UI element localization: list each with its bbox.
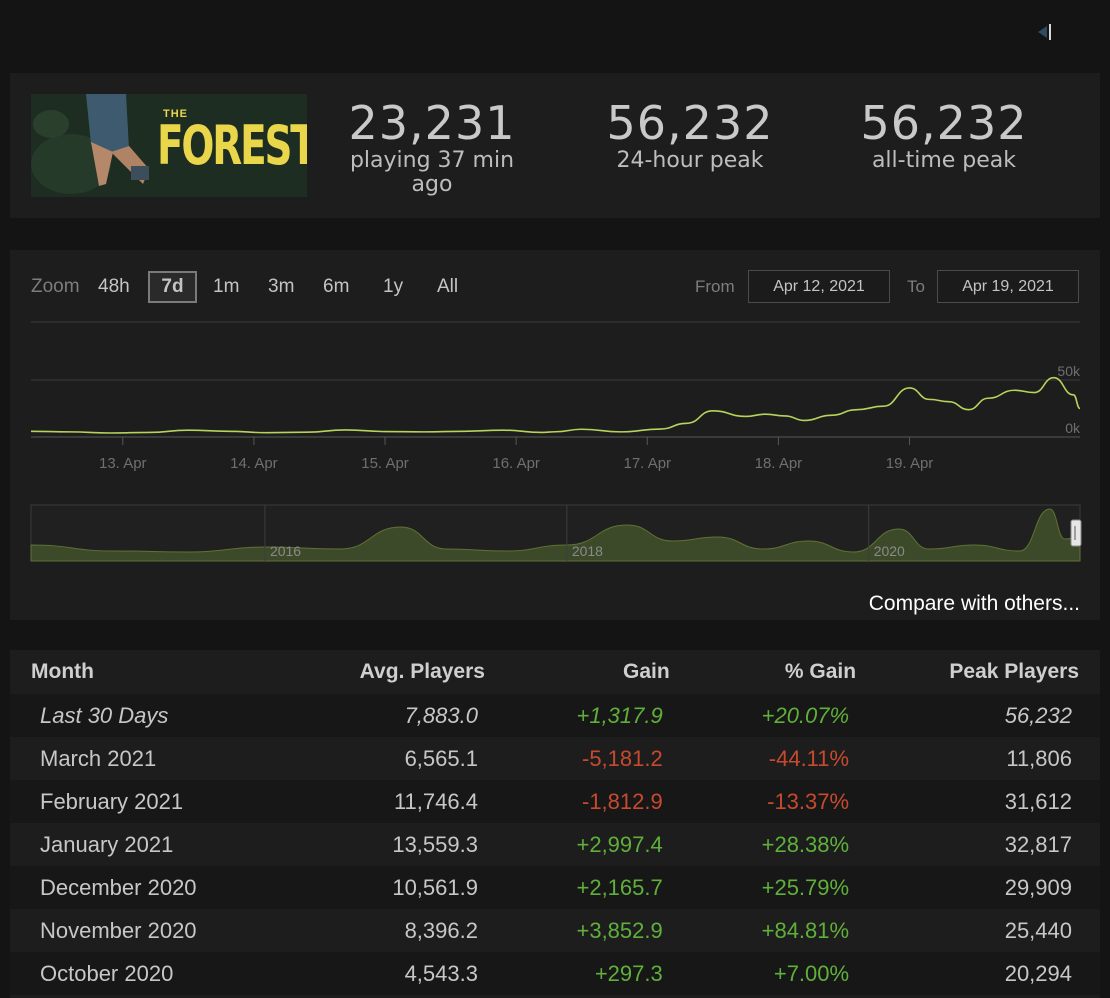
table-row: Last 30 Days 7,883.0 +1,317.9 +20.07% 56,232	[10, 694, 1100, 737]
cell-pct-gain: +28.38%	[761, 831, 850, 857]
table-row: March 2021 6,565.1 -5,181.2 -44.11% 11,806	[10, 737, 1100, 780]
all-time-peak-stat: 56,232 all-time peak	[844, 97, 1044, 173]
navigator-year-label: 2020	[874, 543, 905, 559]
cell-pct-gain: -13.37%	[690, 780, 878, 823]
header-pct-gain[interactable]: % Gain	[690, 650, 878, 694]
current-players-stat: 23,231 playing 37 min ago	[332, 97, 532, 197]
cell-gain: -1,812.9	[505, 780, 691, 823]
table-row: October 2020 4,543.3 +297.3 +7.00% 20,294	[10, 952, 1100, 995]
table-row: December 2020 10,561.9 +2,165.7 +25.79% 29,9…	[10, 866, 1100, 909]
y-tick-label: 0k	[1065, 420, 1081, 436]
x-tick-label: 14. Apr	[230, 455, 278, 472]
main-line-chart: 0k 50k 13. Apr 14. Apr 15. Apr 16. Apr 17. Apr…	[30, 321, 1081, 472]
table-row: November 2020 8,396.2 +3,852.9 +84.81% 25,44…	[10, 909, 1100, 952]
day-peak-value: 56,232	[606, 96, 774, 150]
x-tick-label: 17. Apr	[624, 455, 672, 472]
header-peak-players[interactable]: Peak Players	[877, 650, 1100, 694]
cell-gain: +3,852.9	[576, 917, 663, 943]
cell-avg-players: 7,883.0	[288, 694, 506, 737]
chart-panel: Zoom 48h 7d 1m 3m 6m 1y All From Apr 12,…	[10, 250, 1100, 620]
x-tick-label: 19. Apr	[886, 455, 934, 472]
cell-avg-players: 13,559.3	[392, 831, 478, 857]
navigator-handle[interactable]	[1070, 519, 1082, 547]
cell-gain: +2,165.7	[505, 866, 691, 909]
logo-text-main: FOREST	[157, 114, 307, 177]
cell-gain: +297.3	[505, 952, 691, 995]
current-players-value: 23,231	[348, 96, 516, 150]
header-gain[interactable]: Gain	[505, 650, 691, 694]
day-peak-label: 24-hour peak	[616, 148, 764, 173]
y-tick-label: 50k	[1057, 363, 1081, 379]
cell-gain: -5,181.2	[582, 745, 663, 771]
cell-month: January 2021	[40, 831, 174, 857]
cell-month: March 2021	[40, 745, 157, 771]
header-avg-players[interactable]: Avg. Players	[288, 650, 506, 694]
cell-peak-players: 31,612	[877, 780, 1100, 823]
cell-pct-gain: +7.00%	[690, 952, 878, 995]
table-row: January 2021 13,559.3 +2,997.4 +28.38% 32,81…	[10, 823, 1100, 866]
x-tick-label: 16. Apr	[492, 455, 540, 472]
top-bar	[0, 0, 1110, 64]
compare-link[interactable]: Compare with others...	[869, 592, 1080, 616]
player-count-line	[30, 376, 1081, 434]
cell-pct-gain: -44.11%	[768, 745, 850, 771]
x-tick-label: 15. Apr	[361, 455, 409, 472]
cell-avg-players: 6,565.1	[404, 745, 478, 771]
all-time-peak-value: 56,232	[860, 96, 1028, 150]
cell-pct-gain: +20.07%	[690, 694, 878, 737]
player-charts: 0k 50k 13. Apr 14. Apr 15. Apr 16. Apr 17. Apr…	[30, 321, 1082, 562]
table-body: Last 30 Days 7,883.0 +1,317.9 +20.07% 56,232…	[10, 694, 1100, 995]
monthly-table: Month Avg. Players Gain % Gain Peak Play…	[10, 650, 1100, 995]
game-header: THE FOREST 23,231 playing 37 min ago 56,…	[10, 73, 1100, 218]
cell-avg-players: 8,396.2	[404, 917, 478, 943]
x-tick-label: 13. Apr	[99, 455, 147, 472]
cell-avg-players: 10,561.9	[288, 866, 506, 909]
cell-month: October 2020	[10, 952, 289, 995]
cell-peak-players: 32,817	[1004, 831, 1072, 857]
cell-pct-gain: +25.79%	[690, 866, 878, 909]
day-peak-stat: 56,232 24-hour peak	[590, 97, 790, 173]
cell-month: November 2020	[40, 917, 197, 943]
cell-month: Last 30 Days	[10, 694, 289, 737]
x-tick-label: 18. Apr	[755, 455, 803, 472]
cell-pct-gain: +84.81%	[761, 917, 850, 943]
cell-peak-players: 29,909	[877, 866, 1100, 909]
game-logo[interactable]: THE FOREST	[31, 94, 307, 197]
cell-peak-players: 20,294	[877, 952, 1100, 995]
navigator-year-label: 2016	[270, 543, 301, 559]
cell-avg-players: 11,746.4	[288, 780, 506, 823]
cell-avg-players: 4,543.3	[288, 952, 506, 995]
table-header-row: Month Avg. Players Gain % Gain Peak Play…	[10, 650, 1100, 694]
monthly-table-panel: Month Avg. Players Gain % Gain Peak Play…	[10, 650, 1100, 998]
cell-gain: +2,997.4	[576, 831, 663, 857]
cell-peak-players: 11,806	[1006, 745, 1072, 771]
cell-gain: +1,317.9	[505, 694, 691, 737]
cell-month: December 2020	[10, 866, 289, 909]
header-month[interactable]: Month	[10, 650, 289, 694]
cell-peak-players: 25,440	[1004, 917, 1072, 943]
all-time-peak-label: all-time peak	[871, 148, 1017, 173]
navigator-year-label: 2018	[572, 543, 603, 559]
table-row: February 2021 11,746.4 -1,812.9 -13.37% 31,6…	[10, 780, 1100, 823]
cell-peak-players: 56,232	[877, 694, 1100, 737]
navigator-chart[interactable]: 2016 2018 2020	[30, 504, 1082, 562]
cell-month: February 2021	[10, 780, 289, 823]
collapse-icon[interactable]	[1038, 22, 1052, 42]
current-players-label: playing 37 min ago	[349, 148, 515, 197]
